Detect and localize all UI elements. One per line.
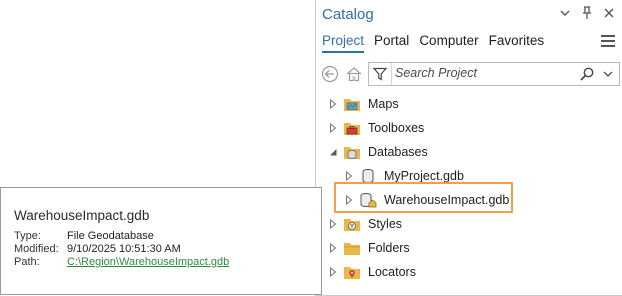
search-icon[interactable] — [579, 66, 595, 82]
expand-arrow-icon[interactable] — [328, 243, 338, 253]
styles-folder-icon — [343, 216, 361, 232]
menu-icon[interactable] — [601, 35, 615, 47]
expand-arrow-icon[interactable] — [328, 99, 338, 109]
expand-arrow-icon[interactable] — [328, 267, 338, 277]
search-options-chevron-icon[interactable] — [601, 66, 615, 82]
tree-item-label: MyProject.gdb — [384, 169, 464, 183]
tree-item-label: Locators — [368, 265, 416, 279]
tree-item-locators[interactable]: Locators — [328, 260, 416, 284]
tab-computer[interactable]: Computer — [419, 33, 478, 53]
tree-item-label: Maps — [368, 97, 399, 111]
path-link[interactable]: C:\Region\WarehouseImpact.gdb — [67, 256, 229, 269]
pin-icon[interactable] — [580, 6, 594, 20]
tree-item-maps[interactable]: Maps — [328, 92, 399, 116]
catalog-toolbar — [320, 62, 620, 86]
tooltip-title: WarehouseImpact.gdb — [14, 208, 150, 223]
catalog-pane: Catalog Project Portal Computer Favorite… — [315, 0, 622, 296]
tree-item-label: Folders — [368, 241, 410, 255]
locators-folder-icon — [343, 264, 361, 280]
close-icon[interactable] — [602, 6, 616, 20]
filter-icon — [373, 67, 387, 81]
tree-item-label: Toolboxes — [368, 121, 425, 135]
home-button[interactable] — [344, 64, 364, 84]
type-value: File Geodatabase — [67, 230, 154, 242]
folder-icon — [343, 240, 361, 256]
modified-value: 9/10/2025 10:51:30 AM — [67, 243, 181, 255]
databases-folder-icon — [343, 144, 361, 160]
pane-title: Catalog — [322, 6, 374, 23]
tree-item-label: Databases — [368, 145, 428, 159]
filter-button[interactable] — [369, 63, 392, 85]
tree-item-styles[interactable]: Styles — [328, 212, 402, 236]
maps-folder-icon — [343, 96, 361, 112]
item-tooltip: WarehouseImpact.gdb Type: File Geodataba… — [0, 187, 322, 295]
search-input[interactable] — [395, 64, 555, 82]
modified-label: Modified: — [14, 243, 59, 255]
tree-item-label: Styles — [368, 217, 403, 231]
back-arrow-icon — [321, 65, 339, 83]
tab-portal[interactable]: Portal — [374, 33, 409, 53]
type-label: Type: — [14, 230, 41, 242]
tree-item-toolboxes[interactable]: Toolboxes — [328, 116, 424, 140]
expand-arrow-icon[interactable] — [328, 123, 338, 133]
pane-options-chevron-icon[interactable] — [558, 6, 572, 20]
tab-favorites[interactable]: Favorites — [489, 33, 545, 53]
expand-arrow-icon[interactable] — [328, 219, 338, 229]
selection-highlight — [334, 182, 513, 213]
tab-project[interactable]: Project — [322, 33, 365, 53]
collapse-arrow-icon[interactable] — [328, 147, 338, 157]
expand-arrow-icon[interactable] — [344, 171, 354, 181]
catalog-tabs: Project Portal Computer Favorites — [322, 33, 544, 53]
toolboxes-folder-icon — [343, 120, 361, 136]
back-button[interactable] — [320, 64, 340, 84]
path-label: Path: — [14, 256, 40, 268]
tree-item-databases[interactable]: Databases — [328, 140, 428, 164]
search-box — [368, 62, 620, 86]
tooltip-details: Type: File Geodatabase Modified: 9/10/20… — [14, 230, 229, 269]
tree-item-folders[interactable]: Folders — [328, 236, 410, 260]
home-icon — [346, 67, 362, 82]
